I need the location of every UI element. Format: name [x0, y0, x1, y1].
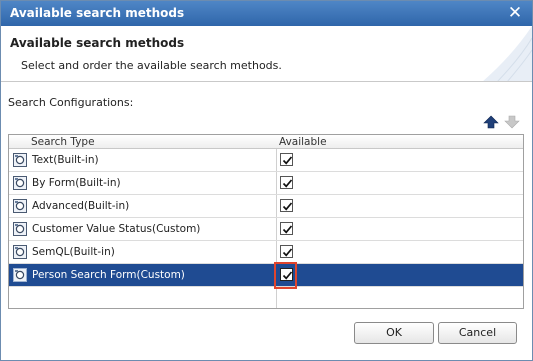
banner-decoration-icon: [483, 26, 532, 81]
ok-button[interactable]: OK: [354, 322, 434, 344]
row-name: Customer Value Status(Custom): [32, 223, 201, 235]
table-row[interactable]: Customer Value Status(Custom): [9, 218, 523, 241]
close-icon[interactable]: ✕: [506, 3, 524, 23]
arrow-down-icon[interactable]: [504, 115, 520, 129]
available-checkbox[interactable]: [280, 222, 293, 235]
row-name: SemQL(Built-in): [32, 246, 115, 258]
title-bar[interactable]: Available search methods ✕: [1, 1, 532, 26]
search-method-icon: [13, 199, 27, 213]
table-row[interactable]: SemQL(Built-in): [9, 241, 523, 264]
arrow-up-icon[interactable]: [483, 115, 499, 129]
column-header-search-type[interactable]: Search Type: [31, 136, 95, 148]
dialog: Available search methods ✕ Available sea…: [0, 0, 533, 361]
banner-description: Select and order the available search me…: [21, 59, 282, 72]
row-name: Person Search Form(Custom): [32, 269, 185, 281]
search-method-icon: [13, 245, 27, 259]
table-row-empty: [9, 287, 523, 308]
search-config-grid: Search Type Available Text(Built-in) By …: [8, 134, 524, 309]
search-method-icon: [13, 153, 27, 167]
grid-header: Search Type Available: [9, 135, 523, 149]
search-method-icon: [13, 222, 27, 236]
table-row[interactable]: Text(Built-in): [9, 149, 523, 172]
table-row[interactable]: Advanced(Built-in): [9, 195, 523, 218]
column-header-available[interactable]: Available: [279, 136, 327, 148]
available-checkbox[interactable]: [280, 245, 293, 258]
available-checkbox[interactable]: [280, 268, 293, 281]
search-method-icon: [13, 176, 27, 190]
row-name: Text(Built-in): [32, 154, 99, 166]
available-checkbox[interactable]: [280, 153, 293, 166]
row-name: Advanced(Built-in): [32, 200, 130, 212]
cancel-button[interactable]: Cancel: [438, 322, 517, 344]
search-method-icon: [13, 268, 27, 282]
header-banner: Available search methods Select and orde…: [1, 26, 532, 82]
window-title: Available search methods: [10, 6, 185, 20]
table-row[interactable]: By Form(Built-in): [9, 172, 523, 195]
row-name: By Form(Built-in): [32, 177, 121, 189]
available-checkbox[interactable]: [280, 199, 293, 212]
section-label: Search Configurations:: [8, 96, 134, 109]
banner-heading: Available search methods: [10, 36, 185, 50]
available-checkbox[interactable]: [280, 176, 293, 189]
table-row-selected[interactable]: Person Search Form(Custom): [9, 264, 523, 287]
